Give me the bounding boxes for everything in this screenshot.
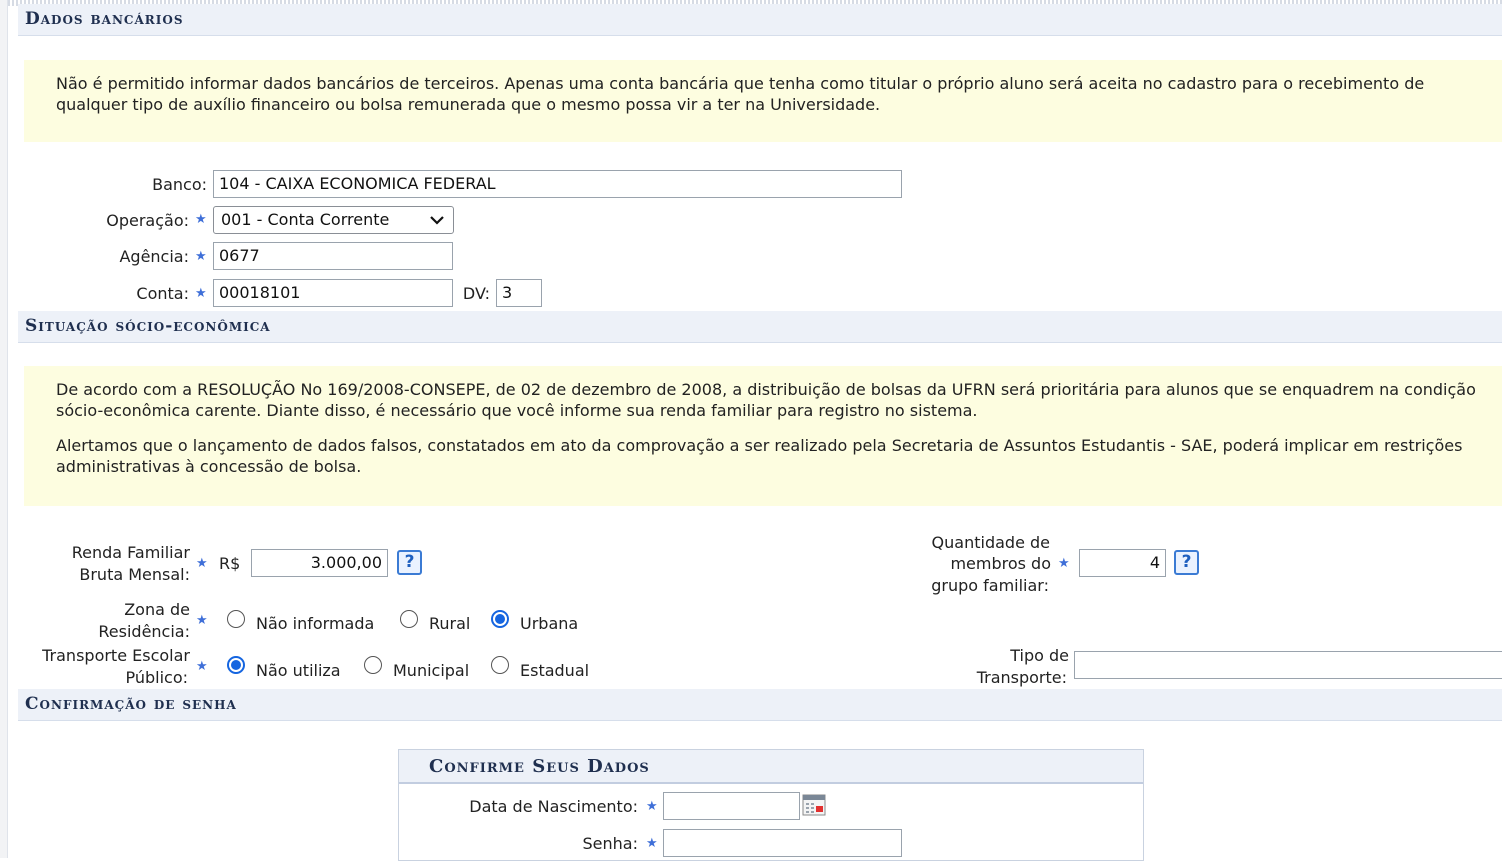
zona-option-label: Urbana bbox=[520, 614, 579, 633]
zona-option-label: Não informada bbox=[256, 614, 375, 633]
socio-notice: De acordo com a RESOLUÇÃO No 169/2008-CO… bbox=[24, 366, 1502, 506]
banco-input[interactable]: 104 - CAIXA ECONOMICA FEDERAL bbox=[213, 170, 902, 198]
required-star-icon: ★ bbox=[195, 286, 207, 301]
section-header-situacao-socio-economica: Situação sócio-econômica bbox=[18, 311, 1502, 343]
zona-option-label: Rural bbox=[429, 614, 471, 633]
conta-label: Conta: bbox=[136, 284, 189, 303]
operacao-selected-value: 001 - Conta Corrente bbox=[221, 210, 390, 229]
operacao-label: Operação: bbox=[106, 211, 189, 230]
bank-notice-text: Não é permitido informar dados bancários… bbox=[56, 74, 1425, 114]
zona-label-line2: Residência: bbox=[98, 622, 190, 641]
renda-input[interactable]: 3.000,00 bbox=[251, 549, 388, 577]
help-icon[interactable]: ? bbox=[397, 550, 422, 575]
calendar-icon[interactable] bbox=[802, 794, 826, 816]
required-star-icon: ★ bbox=[1058, 556, 1070, 571]
tipo-transporte-label-line2: Transporte: bbox=[976, 668, 1067, 687]
socio-notice-paragraph-1: De acordo com a RESOLUÇÃO No 169/2008-CO… bbox=[56, 380, 1476, 420]
operacao-select[interactable]: 001 - Conta Corrente bbox=[213, 206, 454, 234]
required-star-icon: ★ bbox=[646, 799, 658, 814]
tipo-transporte-input[interactable] bbox=[1074, 651, 1502, 679]
bank-notice: Não é permitido informar dados bancários… bbox=[24, 60, 1502, 142]
transporte-option-label: Estadual bbox=[520, 661, 590, 680]
renda-label-line2: Bruta Mensal: bbox=[79, 565, 190, 584]
dv-input[interactable]: 3 bbox=[496, 279, 542, 307]
tipo-transporte-label-line1: Tipo de bbox=[1010, 646, 1069, 665]
section-header-confirmacao-de-senha: Confirmação de senha bbox=[18, 689, 1502, 721]
transporte-option-label: Não utiliza bbox=[256, 661, 341, 680]
left-frame-border bbox=[0, 0, 8, 858]
senha-input[interactable] bbox=[663, 829, 902, 857]
zona-radio-urbana[interactable] bbox=[491, 610, 509, 628]
data-nascimento-input[interactable] bbox=[663, 792, 800, 820]
data-nascimento-label: Data de Nascimento: bbox=[469, 797, 638, 816]
agencia-input[interactable]: 0677 bbox=[213, 242, 453, 270]
membros-label-line2: membros do bbox=[950, 554, 1051, 573]
confirm-box-title: Confirme Seus Dados bbox=[399, 750, 1143, 784]
renda-label-line1: Renda Familiar bbox=[71, 543, 190, 562]
transporte-option-label: Municipal bbox=[393, 661, 470, 680]
zona-label-line1: Zona de bbox=[124, 600, 190, 619]
socio-notice-paragraph-2: Alertamos que o lançamento de dados fals… bbox=[56, 436, 1463, 476]
transporte-radio-estadual[interactable] bbox=[491, 656, 509, 674]
transporte-label-line2: Público: bbox=[125, 668, 188, 687]
conta-input[interactable]: 00018101 bbox=[213, 279, 453, 307]
membros-label-line1: Quantidade de bbox=[931, 533, 1050, 552]
required-star-icon: ★ bbox=[196, 556, 208, 571]
required-star-icon: ★ bbox=[195, 212, 207, 227]
required-star-icon: ★ bbox=[196, 613, 208, 628]
membros-input[interactable]: 4 bbox=[1079, 549, 1166, 577]
required-star-icon: ★ bbox=[646, 836, 658, 851]
banco-label: Banco: bbox=[152, 175, 207, 194]
transporte-label-line1: Transporte Escolar bbox=[42, 646, 190, 665]
help-icon[interactable]: ? bbox=[1174, 550, 1199, 575]
agencia-label: Agência: bbox=[119, 247, 189, 266]
zona-radio-nao-informada[interactable] bbox=[227, 610, 245, 628]
required-star-icon: ★ bbox=[196, 659, 208, 674]
senha-label: Senha: bbox=[582, 834, 638, 853]
transporte-radio-municipal[interactable] bbox=[364, 656, 382, 674]
chevron-down-icon bbox=[430, 216, 444, 225]
zona-radio-rural[interactable] bbox=[400, 610, 418, 628]
currency-label: R$ bbox=[219, 554, 241, 573]
required-star-icon: ★ bbox=[195, 249, 207, 264]
section-header-dados-bancarios: Dados bancários bbox=[18, 4, 1502, 36]
membros-label-line3: grupo familiar: bbox=[931, 576, 1049, 595]
dv-label: DV: bbox=[462, 284, 490, 303]
transporte-radio-nao-utiliza[interactable] bbox=[227, 656, 245, 674]
